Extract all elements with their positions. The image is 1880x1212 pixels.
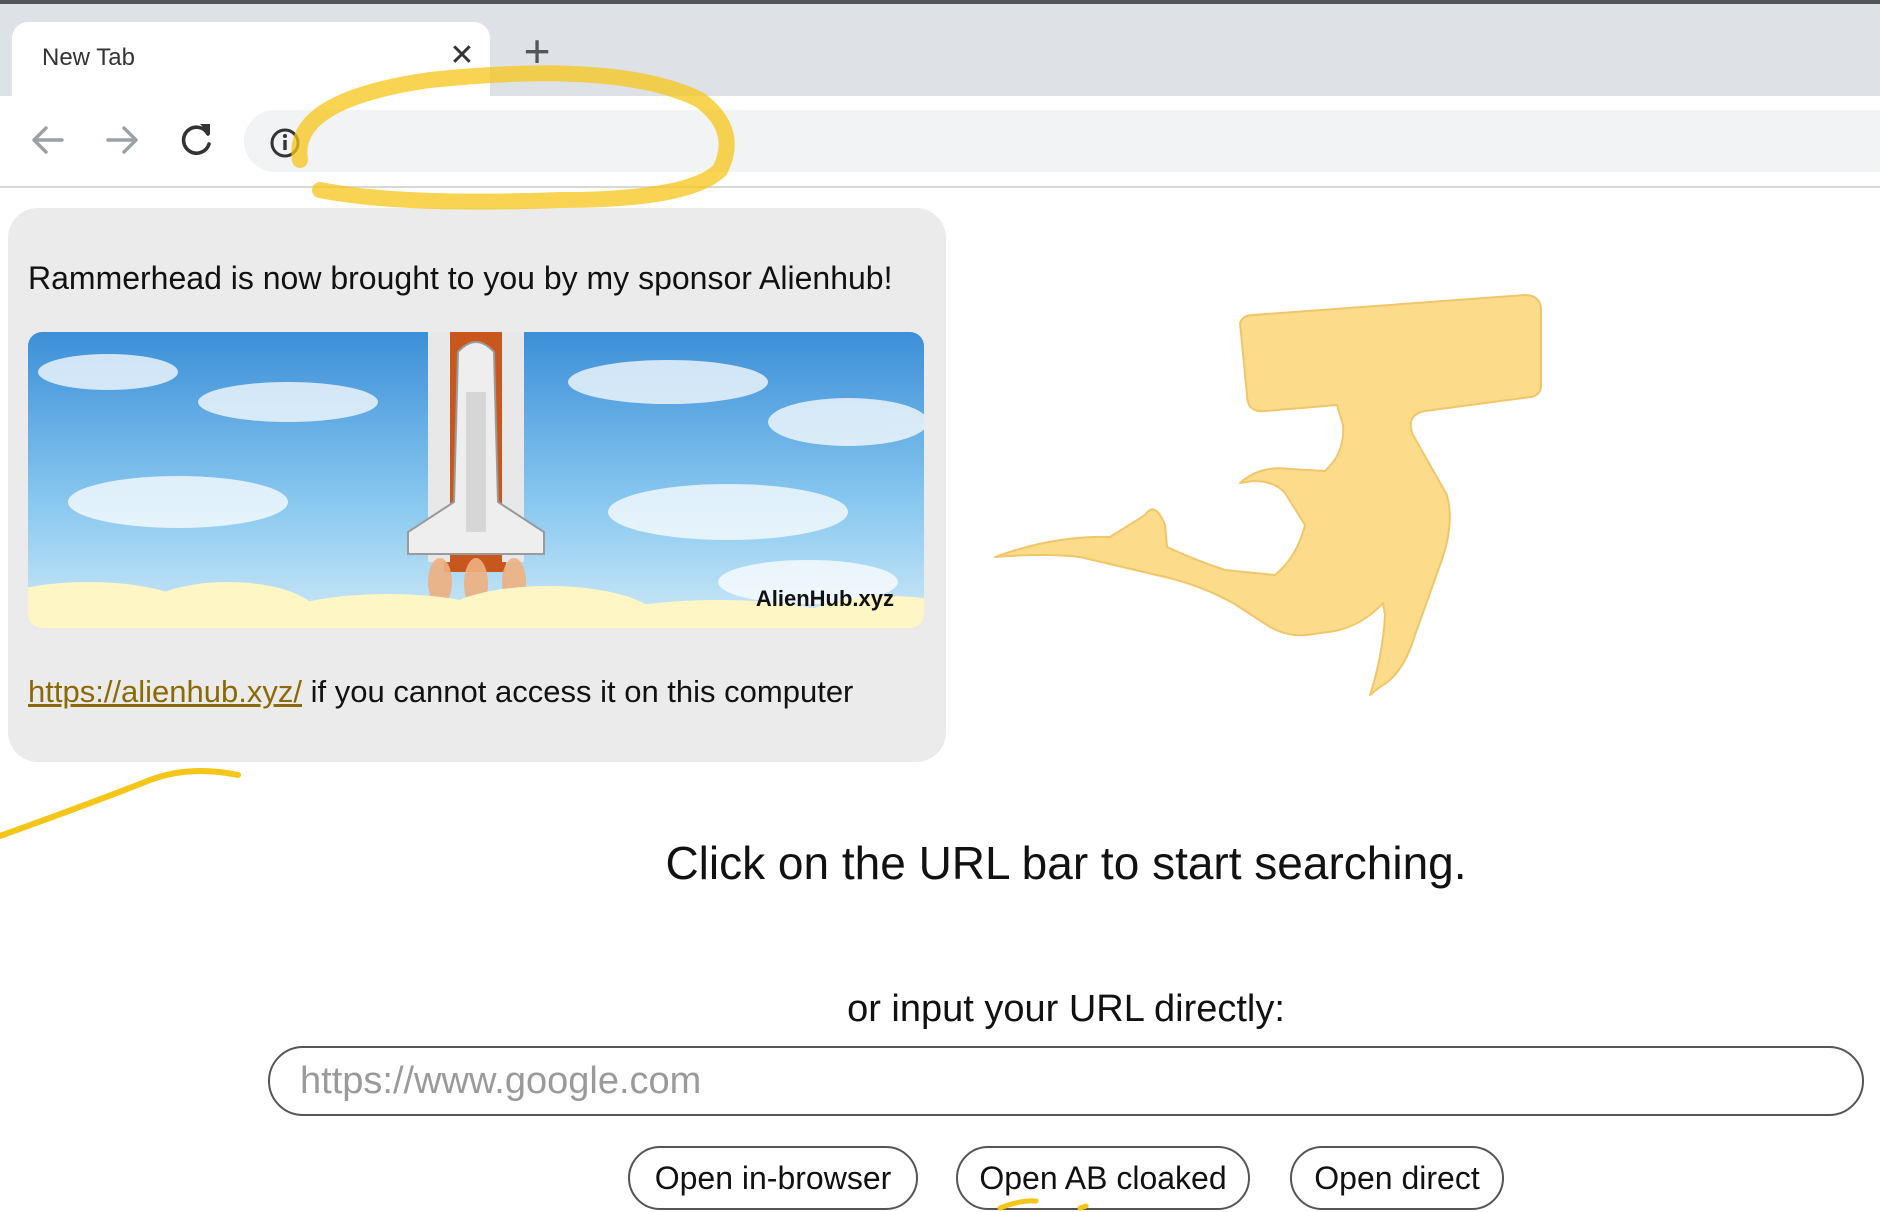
sponsor-banner-image[interactable]: AlienHub.xyz	[28, 332, 924, 628]
hammerhead-shark-logo	[994, 294, 1542, 696]
close-icon[interactable]: ✕	[444, 38, 480, 74]
url-bar[interactable]	[244, 110, 1880, 172]
info-icon[interactable]	[268, 126, 302, 160]
arrow-left-icon[interactable]	[22, 114, 74, 166]
sponsor-message: Rammerhead is now brought to you by my s…	[28, 260, 893, 296]
space-shuttle-icon	[407, 332, 545, 572]
open-direct-button[interactable]: Open direct	[1290, 1146, 1504, 1210]
sponsor-card: Rammerhead is now brought to you by my s…	[8, 208, 946, 762]
open-in-browser-button[interactable]: Open in-browser	[628, 1146, 918, 1210]
plus-icon[interactable]: +	[514, 28, 560, 76]
reload-icon[interactable]	[170, 114, 222, 166]
sponsor-footer-text: if you cannot access it on this computer	[302, 674, 854, 709]
url-input[interactable]	[268, 1046, 1864, 1116]
sponsor-footer: https://alienhub.xyz/ if you cannot acce…	[28, 674, 853, 710]
sponsor-link[interactable]: https://alienhub.xyz/	[28, 674, 302, 709]
shuttle-launch-illustration	[28, 332, 924, 628]
tab-title: New Tab	[42, 44, 135, 71]
banner-watermark: AlienHub.xyz	[755, 586, 894, 611]
highlight-stroke-annotation	[0, 768, 241, 839]
open-ab-cloaked-button[interactable]: Open AB cloaked	[956, 1146, 1250, 1210]
main-prompt: Click on the URL bar to start searching.	[665, 837, 1467, 889]
direct-url-label: or input your URL directly:	[847, 988, 1285, 1030]
tab-bar: New Tab ✕ +	[0, 4, 1880, 100]
tab-new-tab[interactable]: New Tab ✕	[12, 22, 490, 100]
arrow-right-icon[interactable]	[96, 114, 148, 166]
browser-toolbar	[0, 96, 1880, 188]
